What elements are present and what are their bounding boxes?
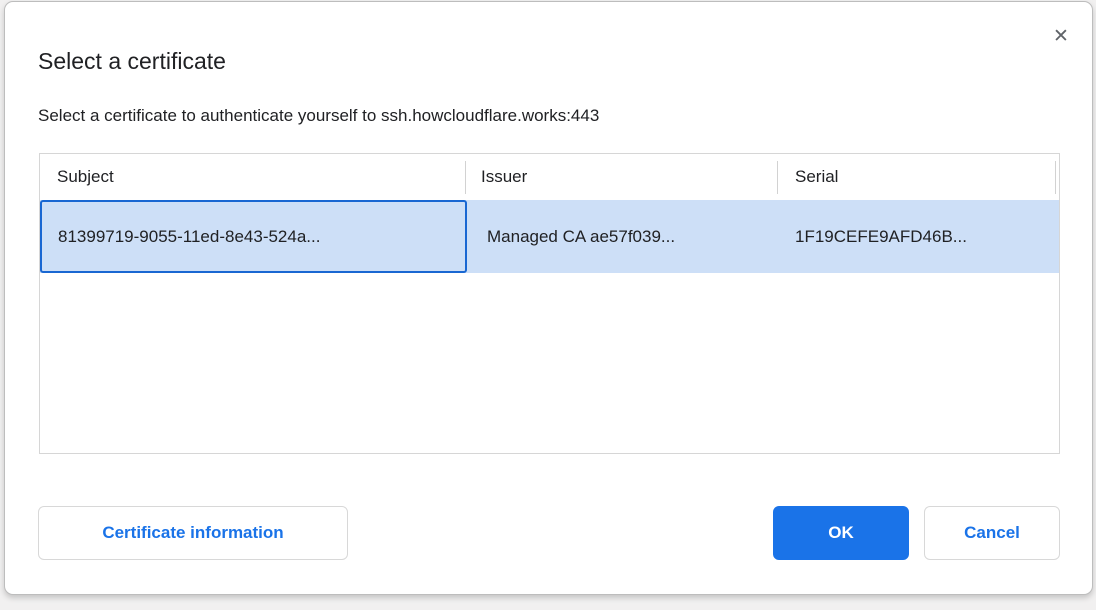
certificate-row[interactable]: 81399719-9055-11ed-8e43-524a... Managed … [40, 200, 1059, 273]
cancel-button[interactable]: Cancel [924, 506, 1060, 560]
column-header-issuer: Issuer [481, 154, 527, 200]
column-header-serial: Serial [795, 154, 838, 200]
ok-button[interactable]: OK [773, 506, 909, 560]
column-divider [1055, 161, 1056, 194]
column-divider [777, 161, 778, 194]
select-certificate-dialog: Select a certificate ✕ Select a certific… [4, 1, 1093, 595]
table-header-row: Subject Issuer Serial [40, 154, 1059, 200]
certificate-information-button[interactable]: Certificate information [38, 506, 348, 560]
certificate-serial-cell: 1F19CEFE9AFD46B... [795, 200, 1055, 273]
close-button[interactable]: ✕ [1045, 20, 1077, 52]
certificate-table: Subject Issuer Serial 81399719-9055-11ed… [39, 153, 1060, 454]
close-icon: ✕ [1053, 27, 1069, 46]
certificate-issuer-cell: Managed CA ae57f039... [487, 200, 772, 273]
certificate-subject-cell: 81399719-9055-11ed-8e43-524a... [40, 200, 467, 273]
column-header-subject: Subject [57, 154, 114, 200]
screen-background: Select a certificate ✕ Select a certific… [0, 0, 1096, 610]
column-divider [465, 161, 466, 194]
dialog-title: Select a certificate [38, 46, 226, 76]
dialog-subtitle: Select a certificate to authenticate you… [38, 104, 599, 128]
